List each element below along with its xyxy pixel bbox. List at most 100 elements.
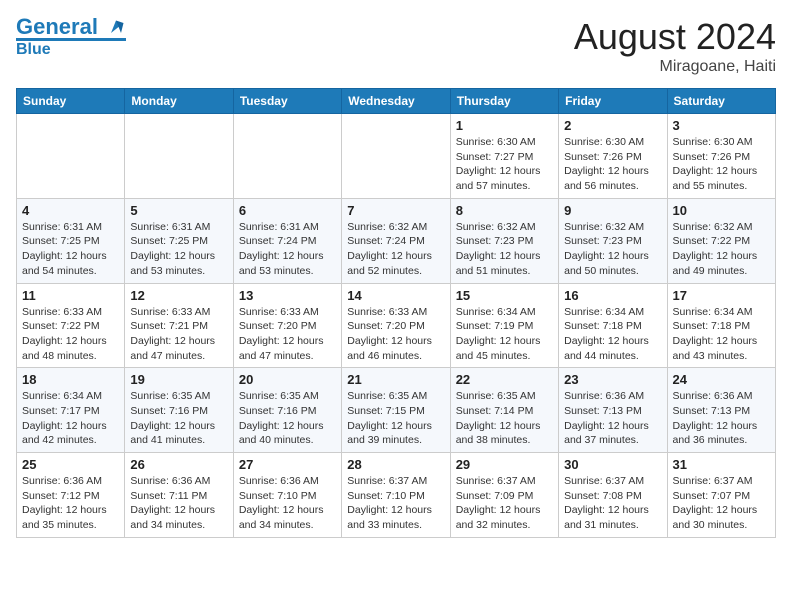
day-number: 2: [564, 118, 661, 133]
calendar-cell: 10 Sunrise: 6:32 AMSunset: 7:22 PMDayligh…: [667, 198, 775, 283]
day-number: 5: [130, 203, 227, 218]
calendar-cell: 13 Sunrise: 6:33 AMSunset: 7:20 PMDayligh…: [233, 283, 341, 368]
weekday-header-sunday: Sunday: [17, 89, 125, 114]
calendar-cell: 23 Sunrise: 6:36 AMSunset: 7:13 PMDayligh…: [559, 368, 667, 453]
day-info: Sunrise: 6:35 AMSunset: 7:16 PMDaylight:…: [239, 389, 336, 448]
day-info: Sunrise: 6:33 AMSunset: 7:21 PMDaylight:…: [130, 305, 227, 364]
calendar-cell: 22Sunrise: 6:35 AMSunset: 7:14 PMDayligh…: [450, 368, 558, 453]
day-info: Sunrise: 6:32 AMSunset: 7:23 PMDaylight:…: [564, 220, 661, 279]
day-info: Sunrise: 6:37 AMSunset: 7:10 PMDaylight:…: [347, 474, 444, 533]
day-number: 6: [239, 203, 336, 218]
day-number: 12: [130, 288, 227, 303]
day-info: Sunrise: 6:31 AMSunset: 7:24 PMDaylight:…: [239, 220, 336, 279]
calendar-cell: 18 Sunrise: 6:34 AMSunset: 7:17 PMDayligh…: [17, 368, 125, 453]
day-info: Sunrise: 6:34 AMSunset: 7:18 PMDaylight:…: [564, 305, 661, 364]
location-subtitle: Miragoane, Haiti: [574, 58, 776, 76]
calendar-cell: 27 Sunrise: 6:36 AMSunset: 7:10 PMDayligh…: [233, 453, 341, 538]
day-info: Sunrise: 6:37 AMSunset: 7:07 PMDaylight:…: [673, 474, 770, 533]
calendar-cell: 14 Sunrise: 6:33 AMSunset: 7:20 PMDayligh…: [342, 283, 450, 368]
calendar-week-row: 25 Sunrise: 6:36 AMSunset: 7:12 PMDayligh…: [17, 453, 776, 538]
calendar-cell: 4 Sunrise: 6:31 AMSunset: 7:25 PMDaylight…: [17, 198, 125, 283]
calendar-week-row: 4 Sunrise: 6:31 AMSunset: 7:25 PMDaylight…: [17, 198, 776, 283]
day-info: Sunrise: 6:36 AMSunset: 7:11 PMDaylight:…: [130, 474, 227, 533]
weekday-header-wednesday: Wednesday: [342, 89, 450, 114]
day-info: Sunrise: 6:35 AMSunset: 7:16 PMDaylight:…: [130, 389, 227, 448]
calendar-cell: 28 Sunrise: 6:37 AMSunset: 7:10 PMDayligh…: [342, 453, 450, 538]
calendar-cell: 19 Sunrise: 6:35 AMSunset: 7:16 PMDayligh…: [125, 368, 233, 453]
calendar-header-row: SundayMondayTuesdayWednesdayThursdayFrid…: [17, 89, 776, 114]
day-number: 27: [239, 457, 336, 472]
day-number: 11: [22, 288, 119, 303]
day-number: 31: [673, 457, 770, 472]
weekday-header-friday: Friday: [559, 89, 667, 114]
day-number: 26: [130, 457, 227, 472]
month-year-title: August 2024: [574, 16, 776, 58]
calendar-cell: 7 Sunrise: 6:32 AMSunset: 7:24 PMDaylight…: [342, 198, 450, 283]
day-info: Sunrise: 6:36 AMSunset: 7:12 PMDaylight:…: [22, 474, 119, 533]
calendar-cell: 11Sunrise: 6:33 AMSunset: 7:22 PMDayligh…: [17, 283, 125, 368]
day-number: 4: [22, 203, 119, 218]
calendar-week-row: 1Sunrise: 6:30 AMSunset: 7:27 PMDaylight…: [17, 114, 776, 199]
title-block: August 2024 Miragoane, Haiti: [574, 16, 776, 76]
calendar-table: SundayMondayTuesdayWednesdayThursdayFrid…: [16, 88, 776, 538]
calendar-cell: 29Sunrise: 6:37 AMSunset: 7:09 PMDayligh…: [450, 453, 558, 538]
calendar-cell: 21 Sunrise: 6:35 AMSunset: 7:15 PMDayligh…: [342, 368, 450, 453]
day-number: 7: [347, 203, 444, 218]
day-info: Sunrise: 6:35 AMSunset: 7:15 PMDaylight:…: [347, 389, 444, 448]
day-info: Sunrise: 6:36 AMSunset: 7:13 PMDaylight:…: [673, 389, 770, 448]
calendar-cell: [125, 114, 233, 199]
calendar-cell: 9 Sunrise: 6:32 AMSunset: 7:23 PMDaylight…: [559, 198, 667, 283]
page-header: General Blue August 2024 Miragoane, Hait…: [16, 16, 776, 76]
calendar-cell: [17, 114, 125, 199]
day-info: Sunrise: 6:34 AMSunset: 7:19 PMDaylight:…: [456, 305, 553, 364]
day-number: 14: [347, 288, 444, 303]
day-info: Sunrise: 6:33 AMSunset: 7:20 PMDaylight:…: [239, 305, 336, 364]
calendar-cell: 15 Sunrise: 6:34 AMSunset: 7:19 PMDayligh…: [450, 283, 558, 368]
day-number: 17: [673, 288, 770, 303]
day-info: Sunrise: 6:32 AMSunset: 7:24 PMDaylight:…: [347, 220, 444, 279]
day-info: Sunrise: 6:31 AMSunset: 7:25 PMDaylight:…: [22, 220, 119, 279]
calendar-cell: 17Sunrise: 6:34 AMSunset: 7:18 PMDayligh…: [667, 283, 775, 368]
logo-blue-text: Blue: [16, 38, 126, 59]
day-info: Sunrise: 6:36 AMSunset: 7:13 PMDaylight:…: [564, 389, 661, 448]
day-number: 13: [239, 288, 336, 303]
weekday-header-thursday: Thursday: [450, 89, 558, 114]
calendar-cell: 5 Sunrise: 6:31 AMSunset: 7:25 PMDaylight…: [125, 198, 233, 283]
day-info: Sunrise: 6:32 AMSunset: 7:22 PMDaylight:…: [673, 220, 770, 279]
calendar-cell: 24 Sunrise: 6:36 AMSunset: 7:13 PMDayligh…: [667, 368, 775, 453]
day-number: 8: [456, 203, 553, 218]
day-number: 3: [673, 118, 770, 133]
calendar-cell: [233, 114, 341, 199]
day-number: 18: [22, 372, 119, 387]
day-info: Sunrise: 6:30 AMSunset: 7:26 PMDaylight:…: [673, 135, 770, 194]
day-number: 10: [673, 203, 770, 218]
day-number: 20: [239, 372, 336, 387]
calendar-cell: 31 Sunrise: 6:37 AMSunset: 7:07 PMDayligh…: [667, 453, 775, 538]
day-info: Sunrise: 6:35 AMSunset: 7:14 PMDaylight:…: [456, 389, 553, 448]
calendar-cell: 3 Sunrise: 6:30 AMSunset: 7:26 PMDaylight…: [667, 114, 775, 199]
day-number: 25: [22, 457, 119, 472]
day-info: Sunrise: 6:36 AMSunset: 7:10 PMDaylight:…: [239, 474, 336, 533]
calendar-week-row: 18 Sunrise: 6:34 AMSunset: 7:17 PMDayligh…: [17, 368, 776, 453]
day-number: 28: [347, 457, 444, 472]
day-info: Sunrise: 6:33 AMSunset: 7:20 PMDaylight:…: [347, 305, 444, 364]
calendar-cell: 30Sunrise: 6:37 AMSunset: 7:08 PMDayligh…: [559, 453, 667, 538]
logo-general-text: General: [16, 14, 98, 39]
calendar-cell: 26 Sunrise: 6:36 AMSunset: 7:11 PMDayligh…: [125, 453, 233, 538]
day-number: 21: [347, 372, 444, 387]
day-number: 23: [564, 372, 661, 387]
day-number: 15: [456, 288, 553, 303]
day-info: Sunrise: 6:30 AMSunset: 7:27 PMDaylight:…: [456, 135, 553, 194]
day-number: 24: [673, 372, 770, 387]
day-number: 9: [564, 203, 661, 218]
day-info: Sunrise: 6:31 AMSunset: 7:25 PMDaylight:…: [130, 220, 227, 279]
calendar-cell: 2Sunrise: 6:30 AMSunset: 7:26 PMDaylight…: [559, 114, 667, 199]
calendar-cell: 6 Sunrise: 6:31 AMSunset: 7:24 PMDaylight…: [233, 198, 341, 283]
calendar-cell: [342, 114, 450, 199]
day-info: Sunrise: 6:34 AMSunset: 7:17 PMDaylight:…: [22, 389, 119, 448]
calendar-cell: 25 Sunrise: 6:36 AMSunset: 7:12 PMDayligh…: [17, 453, 125, 538]
calendar-cell: 8Sunrise: 6:32 AMSunset: 7:23 PMDaylight…: [450, 198, 558, 283]
day-number: 19: [130, 372, 227, 387]
weekday-header-saturday: Saturday: [667, 89, 775, 114]
day-info: Sunrise: 6:37 AMSunset: 7:08 PMDaylight:…: [564, 474, 661, 533]
